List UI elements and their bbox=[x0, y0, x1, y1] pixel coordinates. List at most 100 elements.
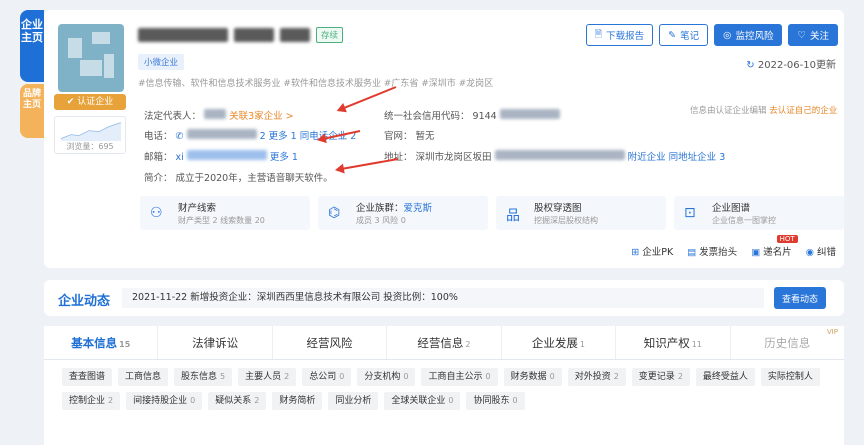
follow-label: 关注 bbox=[809, 31, 829, 42]
views-box: 浏览量：695 bbox=[54, 116, 126, 154]
tab-history[interactable]: 历史信息 VIP bbox=[731, 326, 844, 359]
feature-company-group[interactable]: ⌬ 企业族群：爱克斯 成员 3 风险 0 bbox=[318, 196, 488, 230]
section-chip[interactable]: 间接持股企业 0 bbox=[126, 392, 203, 410]
website-label: 官网： bbox=[384, 131, 413, 142]
tab-ip[interactable]: 知识产权 11 bbox=[616, 326, 731, 359]
chip-label: 股东信息 bbox=[181, 372, 218, 382]
same-address-link[interactable]: 同地址企业 3 bbox=[669, 152, 726, 163]
feature-group-sub: 成员 3 风险 0 bbox=[356, 216, 406, 225]
certified-label: 认证企业 bbox=[77, 97, 114, 107]
section-chip[interactable]: 分支机构 0 bbox=[357, 368, 416, 386]
section-chip[interactable]: 疑似关系 2 bbox=[208, 392, 267, 410]
section-chip[interactable]: 工商信息 bbox=[118, 368, 169, 386]
side-tab-brand-home[interactable]: 品牌主页 bbox=[20, 84, 44, 138]
section-chip[interactable]: 实际控制人 bbox=[760, 368, 820, 386]
phone-more-link[interactable]: 更多 1 bbox=[269, 131, 297, 142]
chip-label: 工商信息 bbox=[125, 372, 162, 382]
related-companies-link[interactable]: 关联3家企业 > bbox=[229, 111, 294, 122]
tab-label: 历史信息 bbox=[764, 336, 811, 350]
nearby-companies-link[interactable]: 附近企业 bbox=[628, 152, 666, 163]
tab-label: 知识产权 bbox=[643, 336, 690, 350]
group-icon: ⌬ bbox=[328, 205, 341, 221]
download-report-button[interactable]: 🗎 下载报告 bbox=[585, 24, 654, 46]
equity-icon: 品 bbox=[506, 208, 520, 224]
section-chip[interactable]: 全球关联企业 0 bbox=[384, 392, 461, 410]
section-chip[interactable]: 财务数据 0 bbox=[503, 368, 562, 386]
tab-label: 经营信息 bbox=[417, 336, 464, 350]
pk-icon: ⊞ bbox=[631, 247, 640, 258]
email-more-link[interactable]: 更多 1 bbox=[270, 152, 298, 163]
intro-value: 成立于2020年，主营语音聊天软件。 bbox=[175, 173, 333, 184]
section-chip[interactable]: 工商自主公示 0 bbox=[421, 368, 498, 386]
company-title: 存续 bbox=[138, 24, 344, 46]
business-card-label: 递名片 bbox=[763, 247, 792, 258]
section-chip[interactable]: 查查图谱 bbox=[62, 368, 113, 386]
chip-label: 间接持股企业 bbox=[133, 396, 188, 406]
section-chip[interactable]: 主要人员 2 bbox=[238, 368, 297, 386]
certified-badge[interactable]: ✔ 认证企业 bbox=[54, 94, 126, 110]
email-label: 邮箱： bbox=[144, 152, 173, 163]
section-chip[interactable]: 对外投资 2 bbox=[567, 368, 626, 386]
chip-label: 变更记录 bbox=[638, 372, 675, 382]
chip-label: 疑似关系 bbox=[215, 396, 252, 406]
business-card-link[interactable]: ▣ 递名片 HOT bbox=[751, 235, 798, 258]
chip-count: 0 bbox=[549, 372, 555, 381]
update-date: 2022-06-10更新 bbox=[757, 60, 836, 71]
company-name-redacted-3 bbox=[280, 28, 310, 42]
tab-count: 15 bbox=[119, 340, 131, 349]
edit-icon: ✎ bbox=[668, 29, 677, 41]
company-size-tag[interactable]: 小微企业 bbox=[138, 54, 185, 70]
section-chip[interactable]: 总公司 0 bbox=[302, 368, 352, 386]
section-chip[interactable]: 变更记录 2 bbox=[631, 368, 690, 386]
section-chip[interactable]: 协同股东 0 bbox=[466, 392, 525, 410]
section-chip[interactable]: 最终受益人 bbox=[695, 368, 755, 386]
section-chip[interactable]: 股东信息 5 bbox=[174, 368, 233, 386]
section-chip[interactable]: 控制企业 2 bbox=[62, 392, 121, 410]
chip-label: 控制企业 bbox=[69, 396, 106, 406]
legal-rep-redacted bbox=[204, 109, 227, 119]
tab-count: 11 bbox=[691, 340, 702, 349]
report-error-link[interactable]: ◉ 纠错 bbox=[806, 244, 836, 258]
info-panel: 基本信息 15 法律诉讼 经营风险 经营信息 2 企业发展 1 知识产权 11 历史信息… bbox=[44, 326, 844, 445]
chip-count: 2 bbox=[284, 372, 290, 381]
feature-equity-title: 股权穿透图 bbox=[534, 203, 582, 214]
company-logo bbox=[58, 24, 124, 92]
tab-label: 经营风险 bbox=[306, 336, 353, 350]
chip-count: 0 bbox=[403, 372, 409, 381]
side-tab-company-home[interactable]: 企业主页 bbox=[20, 10, 44, 82]
feature-equity-chart[interactable]: 品 股权穿透图 挖掘深层股权结构 bbox=[496, 196, 666, 230]
news-text[interactable]: 2021-11-22 新增投资企业：深圳西西里信息技术有限公司 投资比例：100… bbox=[122, 288, 764, 308]
address-redacted bbox=[494, 150, 625, 160]
tab-legal[interactable]: 法律诉讼 bbox=[158, 326, 273, 359]
invoice-link[interactable]: ▤ 发票抬头 bbox=[687, 244, 737, 258]
section-chip[interactable]: 财务简析 bbox=[272, 392, 323, 410]
feature-company-graph[interactable]: ⊡ 企业图谱 企业信息一图掌控 bbox=[674, 196, 844, 230]
feature-equity-sub: 挖掘深层股权结构 bbox=[534, 216, 598, 225]
refresh-icon[interactable]: ↻ bbox=[746, 60, 754, 71]
download-report-label: 下载报告 bbox=[606, 31, 645, 42]
chip-label: 分支机构 bbox=[364, 372, 401, 382]
claim-link[interactable]: 去认证自己的企业 bbox=[769, 106, 837, 116]
company-name-redacted-2 bbox=[234, 28, 274, 42]
legal-rep-label: 法定代表人： bbox=[144, 111, 202, 122]
claim-note: 信息由认证企业编辑 去认证自己的企业 bbox=[690, 104, 837, 116]
feature-group-link[interactable]: 爱克斯 bbox=[404, 203, 433, 214]
tab-risk[interactable]: 经营风险 bbox=[273, 326, 388, 359]
chip-label: 财务简析 bbox=[279, 396, 316, 406]
update-time: ↻ 2022-06-10更新 bbox=[746, 56, 836, 71]
section-chip[interactable]: 同业分析 bbox=[328, 392, 379, 410]
company-pk-link[interactable]: ⊞ 企业PK bbox=[631, 244, 673, 258]
notes-button[interactable]: ✎ 笔记 bbox=[659, 24, 709, 46]
feature-group-title: 企业族群： bbox=[356, 203, 404, 214]
feature-asset-clues[interactable]: ⚇ 财产线索 财产类型 2 线索数量 20 bbox=[140, 196, 310, 230]
tab-development[interactable]: 企业发展 1 bbox=[502, 326, 617, 359]
monitor-risk-button[interactable]: ◎ 监控风险 bbox=[714, 24, 783, 46]
follow-button[interactable]: ♡ 关注 bbox=[788, 24, 838, 46]
address-value: 深圳市龙岗区坂田 bbox=[415, 152, 492, 163]
company-news-bar: 企业动态 2021-11-22 新增投资企业：深圳西西里信息技术有限公司 投资比… bbox=[44, 280, 844, 316]
email-row: 邮箱： xi 更多 1 bbox=[144, 149, 298, 163]
tab-basic-info[interactable]: 基本信息 15 bbox=[44, 326, 159, 359]
tab-label: 企业发展 bbox=[531, 336, 578, 350]
view-news-button[interactable]: 查看动态 bbox=[773, 287, 826, 309]
tab-business[interactable]: 经营信息 2 bbox=[387, 326, 502, 359]
